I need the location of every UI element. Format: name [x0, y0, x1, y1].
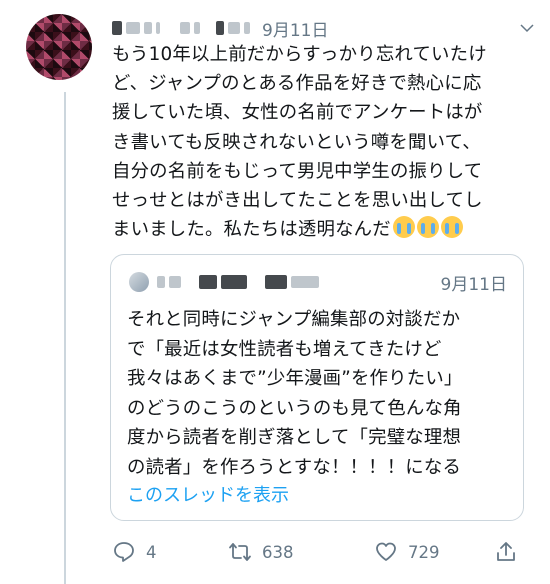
quoted-tweet-header: 9月11日 [129, 271, 507, 295]
retweet-icon [229, 543, 251, 561]
reply-button[interactable]: 4 [112, 540, 212, 564]
thread-line [64, 92, 66, 584]
crying-face-icon [392, 216, 415, 239]
share-button[interactable] [494, 540, 528, 564]
quoted-text: それと同時にジャンプ編集部の対談だか で「最近は女性読者も増えてきたけど 我々は… [127, 309, 463, 478]
heart-icon [376, 542, 396, 561]
reply-icon [114, 542, 134, 562]
tweet-date[interactable]: 9月11日 [262, 16, 328, 41]
retweet-count: 638 [262, 542, 294, 562]
quoted-name-blurred [157, 275, 323, 289]
share-icon [497, 542, 515, 561]
tweet-actions: 4 638 729 [112, 537, 536, 567]
tweet-text: もう10年以上前だからすっかり忘れていたけ ど、ジャンプのとある作品を好きで熱心… [112, 44, 487, 241]
chevron-down-icon[interactable] [518, 19, 536, 37]
crying-face-icon [416, 216, 439, 239]
show-thread-link[interactable]: このスレッドを表示 [127, 481, 289, 507]
like-button[interactable]: 729 [374, 540, 494, 564]
tweet-header: 9月11日 [112, 14, 536, 42]
avatar[interactable] [26, 14, 92, 80]
tweet-body: もう10年以上前だからすっかり忘れていたけ ど、ジャンプのとある作品を好きで熱心… [112, 40, 522, 244]
retweet-button[interactable]: 638 [228, 540, 366, 564]
crying-face-icon [440, 216, 463, 239]
like-count: 729 [408, 542, 440, 562]
quoted-avatar [129, 272, 149, 292]
display-name-blurred[interactable] [112, 21, 254, 35]
quoted-tweet[interactable]: 9月11日 それと同時にジャンプ編集部の対談だか で「最近は女性読者も増えてきた… [110, 254, 524, 521]
reply-count: 4 [146, 542, 157, 562]
quoted-date: 9月11日 [440, 274, 507, 295]
